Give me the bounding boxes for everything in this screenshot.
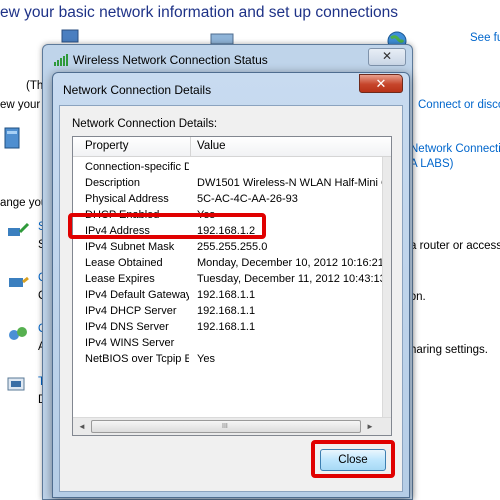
row-property: NetBIOS over Tcpip En... [85,353,189,365]
row-property: Lease Expires [85,273,155,285]
column-header-value[interactable]: Value [197,140,226,152]
troubleshoot-icon [7,377,25,391]
scrollbar-thumb[interactable]: III [91,420,361,433]
row-value: 192.168.1.1 [197,321,256,333]
row-property: Connection-specific DN... [85,161,189,173]
wifi-signal-icon [54,54,68,66]
connect-network-icon [9,276,29,287]
setup-connection-icon [8,222,30,236]
table-row[interactable]: Physical Address 5C-AC-4C-AA-26-93 [73,192,383,208]
table-row[interactable]: NetBIOS over Tcpip En... Yes [73,352,383,368]
list-header: Property Value [73,137,391,157]
row-property: IPv4 DHCP Server [85,305,177,317]
column-separator[interactable] [190,137,191,157]
row-property: IPv4 WINS Server [85,337,175,349]
details-listview[interactable]: Property Value Connection-specific DN...… [72,136,392,436]
row-value: 192.168.1.1 [197,305,256,317]
table-row[interactable]: IPv4 DHCP Server 192.168.1.1 [73,304,383,320]
ipv4-address-highlight [68,213,266,239]
table-row[interactable]: IPv4 Default Gateway 192.168.1.1 [73,288,383,304]
scroll-left-arrow-icon[interactable]: ◄ [75,421,89,433]
details-close-x-button[interactable]: ✕ [359,74,403,93]
row-property: Lease Obtained [85,257,163,269]
horizontal-scrollbar[interactable]: ◄ III ► [73,417,391,435]
table-row[interactable]: Lease Expires Tuesday, December 11, 2012… [73,272,383,288]
vertical-scrollbar[interactable] [382,157,391,417]
row-value: DW1501 Wireless-N WLAN Half-Mini Car [197,177,383,189]
row-property: Physical Address [85,193,169,205]
row-property: IPv4 DNS Server [85,321,169,333]
details-label: Network Connection Details: [72,118,218,130]
row-value: 255.255.255.0 [197,241,268,253]
status-window-title: Wireless Network Connection Status [73,53,268,67]
row-value: 5C-AC-4C-AA-26-93 [197,193,298,205]
row-value: Yes [197,353,215,365]
router-fragment: a router or access p [410,240,500,252]
see-full-map-link[interactable]: See fu [470,32,500,44]
homegroup-icon [9,327,27,340]
labs-fragment: A LABS) [410,158,454,170]
table-row[interactable]: IPv4 Subnet Mask 255.255.255.0 [73,240,383,256]
close-icon: ✕ [381,49,393,63]
table-row[interactable]: Lease Obtained Monday, December 10, 2012… [73,256,383,272]
table-row[interactable]: IPv4 DNS Server 192.168.1.1 [73,320,383,336]
close-icon: ✕ [375,76,387,91]
row-value: Monday, December 10, 2012 10:16:21 Al [197,257,383,269]
details-dialog-title: Network Connection Details [63,83,212,97]
row-property: IPv4 Subnet Mask [85,241,175,253]
the-fragment: (Th [26,80,44,92]
row-property: Description [85,177,141,189]
table-row[interactable]: Connection-specific DN... [73,160,383,176]
sharing-fragment: haring settings. [410,344,488,356]
table-row[interactable]: Description DW1501 Wireless-N WLAN Half-… [73,176,383,192]
page-heading: ew your basic network information and se… [0,4,399,21]
scroll-right-arrow-icon[interactable]: ► [363,421,377,433]
computer-icon [4,127,20,149]
row-property: IPv4 Default Gateway [85,289,189,301]
details-body: Network Connection Details: Property Val… [59,105,403,492]
connect-disconnect-link[interactable]: Connect or disco [418,99,500,111]
table-row[interactable]: IPv4 WINS Server [73,336,383,352]
row-value: 192.168.1.1 [197,289,256,301]
status-close-button[interactable]: ✕ [368,48,406,66]
change-fragment: ange you [0,197,48,209]
column-header-property[interactable]: Property [85,140,128,152]
close-button-highlight [311,440,395,478]
row-value: Tuesday, December 11, 2012 10:43:13 A [197,273,383,285]
details-dialog: Network Connection Details ✕ Network Con… [52,72,410,498]
network-connection-link[interactable]: Network Connecti [410,143,500,155]
scrollbar-grip-icon: III [222,423,228,430]
